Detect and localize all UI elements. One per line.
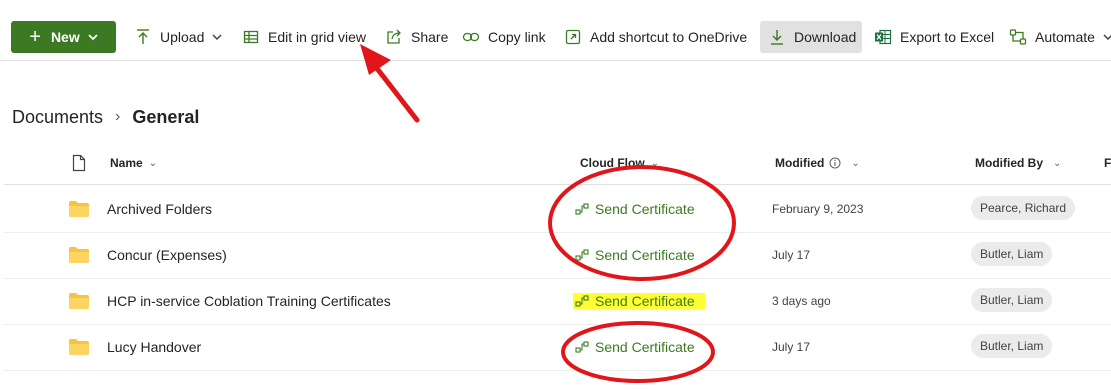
table-row[interactable]: HCP in-service Coblation Training Certif… <box>4 278 1111 325</box>
file-icon <box>72 154 86 172</box>
breadcrumb-current: General <box>132 106 200 127</box>
row-modified: July 17 <box>772 340 811 354</box>
automate-button[interactable]: Automate <box>1009 21 1111 53</box>
table-row[interactable]: Archived Folders Send Certificate Februa… <box>4 186 1111 233</box>
chevron-down-icon <box>88 29 98 45</box>
edit-grid-label: Edit in grid view <box>268 29 367 45</box>
folder-icon <box>69 293 89 309</box>
automate-label: Automate <box>1035 29 1095 45</box>
send-certificate-link[interactable]: Send Certificate <box>575 339 695 355</box>
folder-icon <box>69 201 89 217</box>
chevron-right-icon: › <box>115 108 121 125</box>
name-header-label: Name <box>110 156 143 170</box>
extra-column-header[interactable]: F <box>1104 148 1111 178</box>
row-modified: 3 days ago <box>772 294 831 308</box>
row-modified: February 9, 2023 <box>772 202 864 216</box>
row-name[interactable]: Concur (Expenses) <box>107 247 227 263</box>
upload-button[interactable]: Upload <box>134 21 222 53</box>
add-shortcut-button[interactable]: Add shortcut to OneDrive <box>564 21 747 53</box>
file-type-header[interactable] <box>72 148 86 178</box>
modified-by-chip[interactable]: Pearce, Richard <box>971 196 1076 220</box>
table-row[interactable]: Lucy Handover Send Certificate July 17 B… <box>4 324 1111 371</box>
share-button[interactable]: Share <box>385 21 448 53</box>
share-label: Share <box>411 29 449 45</box>
flow-icon <box>575 249 589 261</box>
cloud-flow-column-header[interactable]: Cloud Flow ⌄ <box>580 148 659 178</box>
copy-link-label: Copy link <box>488 29 546 45</box>
chevron-down-icon <box>212 29 222 45</box>
grid-icon <box>242 28 260 46</box>
header-divider <box>4 184 1111 185</box>
row-name[interactable]: HCP in-service Coblation Training Certif… <box>107 293 391 309</box>
add-shortcut-label: Add shortcut to OneDrive <box>590 29 748 45</box>
download-button[interactable]: Download <box>760 21 862 53</box>
export-excel-label: Export to Excel <box>900 29 995 45</box>
row-name[interactable]: Lucy Handover <box>107 339 201 355</box>
link-icon <box>462 28 480 46</box>
folder-icon <box>69 247 89 263</box>
shortcut-icon <box>564 28 582 46</box>
folder-icon <box>69 339 89 355</box>
chevron-down-icon: ⌄ <box>148 157 158 169</box>
modified-by-chip[interactable]: Butler, Liam <box>971 242 1053 266</box>
new-button[interactable]: + New <box>11 21 116 53</box>
modified-by-chip[interactable]: Butler, Liam <box>971 288 1053 312</box>
upload-icon <box>134 28 152 46</box>
new-button-label: New <box>50 29 80 45</box>
flow-label: Send Certificate <box>595 339 695 355</box>
upload-label: Upload <box>160 29 205 45</box>
flow-label: Send Certificate <box>595 201 695 217</box>
edit-grid-view-button[interactable]: Edit in grid view <box>242 21 366 53</box>
info-icon[interactable] <box>829 157 841 169</box>
row-name[interactable]: Archived Folders <box>107 201 212 217</box>
flow-icon <box>575 203 589 215</box>
chevron-down-icon: ⌄ <box>851 157 860 169</box>
download-label: Download <box>794 29 857 45</box>
excel-icon <box>874 28 892 46</box>
row-modified: July 17 <box>772 248 811 262</box>
copy-link-button[interactable]: Copy link <box>462 21 546 53</box>
breadcrumb-documents[interactable]: Documents <box>12 107 103 128</box>
chevron-down-icon: ⌄ <box>650 157 660 169</box>
chevron-down-icon <box>1103 29 1111 45</box>
extra-header-label: F <box>1104 156 1111 170</box>
send-certificate-link[interactable]: Send Certificate <box>575 201 695 217</box>
flow-label: Send Certificate <box>595 247 695 263</box>
annotation-arrow <box>369 59 420 123</box>
flow-icon <box>575 295 589 307</box>
send-certificate-link[interactable]: Send Certificate <box>573 293 705 309</box>
chevron-down-icon: ⌄ <box>1053 157 1062 169</box>
table-row[interactable]: Concur (Expenses) Send Certificate July … <box>4 232 1111 279</box>
modified-by-column-header[interactable]: Modified By ⌄ <box>975 148 1061 178</box>
share-icon <box>385 28 403 46</box>
modified-header-label: Modified <box>775 156 825 170</box>
export-excel-button[interactable]: Export to Excel <box>874 21 994 53</box>
send-certificate-link[interactable]: Send Certificate <box>575 247 695 263</box>
name-column-header[interactable]: Name ⌄ <box>110 148 157 178</box>
flow-icon <box>575 341 589 353</box>
breadcrumb: Documents › General <box>12 104 199 130</box>
modified-by-header-label: Modified By <box>975 156 1043 170</box>
automate-icon <box>1009 28 1027 46</box>
download-icon <box>768 28 786 46</box>
modified-by-chip[interactable]: Butler, Liam <box>971 334 1053 358</box>
plus-icon: + <box>29 26 41 48</box>
flow-label: Send Certificate <box>595 293 695 309</box>
cloud-flow-header-label: Cloud Flow <box>580 156 645 170</box>
command-bar: + New Upload Edit in grid view Share Cop… <box>0 0 1111 61</box>
modified-column-header[interactable]: Modified ⌄ <box>775 148 860 178</box>
